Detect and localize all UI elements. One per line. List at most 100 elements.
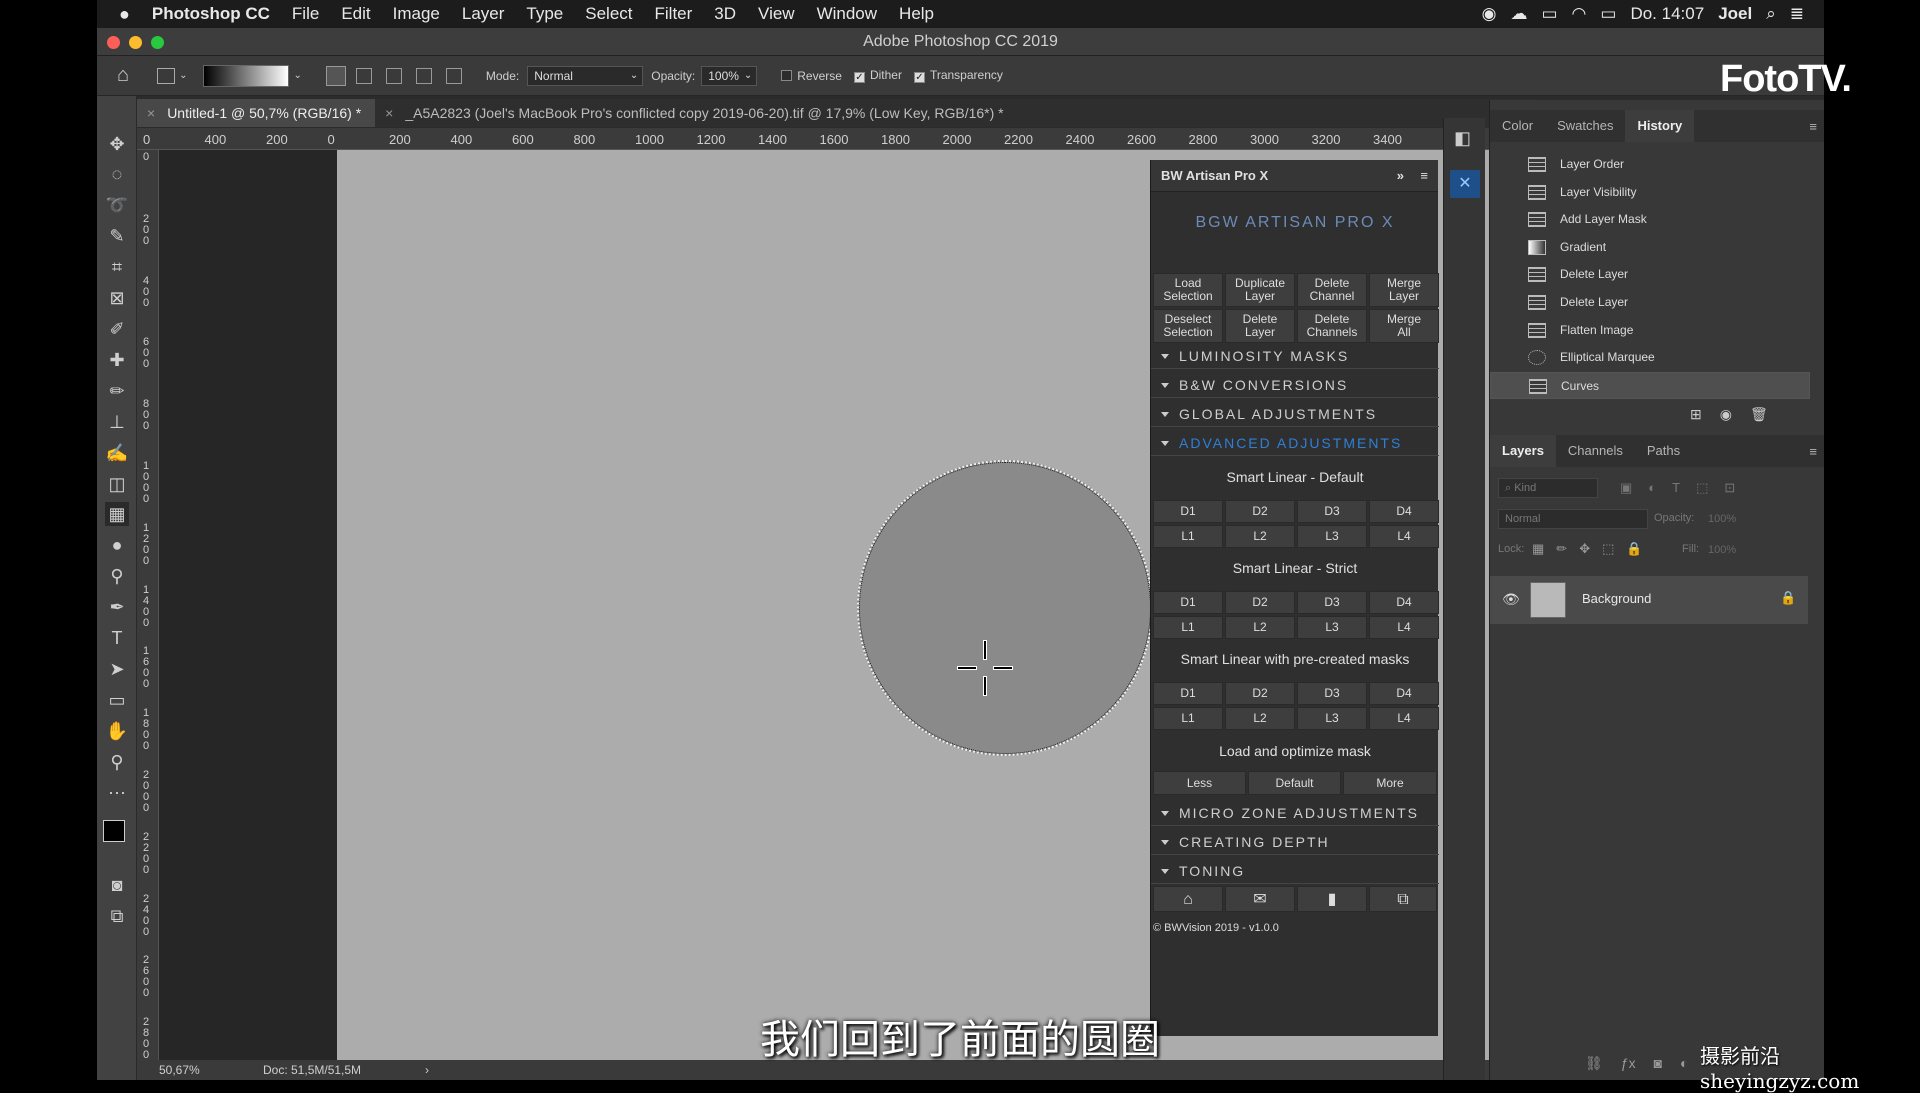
- opacity-field[interactable]: 100% ⌄: [701, 65, 758, 86]
- layer-opacity-field[interactable]: 100%: [1708, 509, 1748, 529]
- smart-linear-d2-button[interactable]: D2: [1225, 682, 1295, 705]
- collapse-panel-icon[interactable]: »: [1397, 160, 1404, 192]
- lock-all-icon[interactable]: 🔒: [1626, 541, 1642, 557]
- notification-center-icon[interactable]: ≣: [1790, 4, 1804, 24]
- smart-linear-d1-button[interactable]: D1: [1153, 500, 1223, 523]
- panel-menu-icon[interactable]: ≡: [1809, 119, 1817, 134]
- eraser-tool-icon[interactable]: ◫: [105, 472, 129, 496]
- smart-linear-d3-button[interactable]: D3: [1297, 500, 1367, 523]
- tab-swatches[interactable]: Swatches: [1545, 110, 1625, 142]
- dither-checkbox[interactable]: ✓ Dither: [853, 68, 902, 83]
- history-state[interactable]: Layer Visibility: [1490, 179, 1810, 206]
- blend-mode-select[interactable]: Normal: [1498, 509, 1648, 529]
- angle-gradient-button[interactable]: [385, 67, 402, 84]
- layer-row[interactable]: 👁 Background 🔒: [1490, 576, 1808, 624]
- cloud-icon[interactable]: ☁: [1510, 4, 1527, 24]
- less-button[interactable]: Less: [1153, 771, 1246, 795]
- menu-filter[interactable]: Filter: [644, 4, 704, 24]
- filter-pixel-icon[interactable]: ▣: [1620, 480, 1632, 496]
- dodge-tool-icon[interactable]: ⚲: [105, 564, 129, 588]
- clone-stamp-tool-icon[interactable]: ⊥: [105, 410, 129, 434]
- smart-linear-d4-button[interactable]: D4: [1369, 682, 1439, 705]
- close-tab-icon[interactable]: ×: [147, 105, 155, 121]
- smart-linear-d3-button[interactable]: D3: [1297, 591, 1367, 614]
- menu-layer[interactable]: Layer: [451, 4, 516, 24]
- video-icon[interactable]: ⧉: [1369, 886, 1437, 912]
- blur-tool-icon[interactable]: ●: [105, 533, 129, 557]
- tab-paths[interactable]: Paths: [1635, 435, 1692, 467]
- section-creating-depth[interactable]: CREATING DEPTH: [1151, 829, 1439, 855]
- bw-action-button[interactable]: Delete Channels: [1297, 309, 1367, 343]
- user-name[interactable]: Joel: [1718, 4, 1752, 24]
- diamond-gradient-button[interactable]: [445, 67, 462, 84]
- move-tool-icon[interactable]: ✥: [105, 132, 129, 156]
- close-window-button[interactable]: [107, 36, 120, 49]
- libraries-icon[interactable]: ◧: [1454, 128, 1471, 149]
- tab-history[interactable]: History: [1625, 110, 1695, 142]
- brush-tool-icon[interactable]: ✏: [105, 379, 129, 403]
- elliptical-selection[interactable]: [857, 460, 1153, 756]
- rectangle-tool-icon[interactable]: ▭: [105, 688, 129, 712]
- new-document-from-state-icon[interactable]: ⊞: [1690, 406, 1702, 423]
- menu-help[interactable]: Help: [888, 4, 945, 24]
- section-toning[interactable]: TONING: [1151, 858, 1439, 884]
- section-bw-conversions[interactable]: B&W CONVERSIONS: [1151, 372, 1439, 398]
- menu-3d[interactable]: 3D: [703, 4, 747, 24]
- trash-icon[interactable]: 🗑: [1750, 406, 1768, 423]
- history-state[interactable]: Layer Order: [1490, 151, 1810, 178]
- quick-mask-icon[interactable]: ◙: [105, 873, 129, 897]
- smart-linear-d4-button[interactable]: D4: [1369, 591, 1439, 614]
- battery-icon[interactable]: ▭: [1600, 4, 1616, 24]
- record-icon[interactable]: ◉: [1482, 4, 1497, 24]
- hand-tool-icon[interactable]: ✋: [105, 719, 129, 743]
- bw-action-button[interactable]: Merge All: [1369, 309, 1439, 343]
- tab-color[interactable]: Color: [1490, 110, 1545, 142]
- menu-image[interactable]: Image: [382, 4, 451, 24]
- history-state[interactable]: Add Layer Mask: [1490, 206, 1810, 233]
- wifi-icon[interactable]: ◠: [1572, 4, 1587, 24]
- app-menu[interactable]: Photoshop CC: [141, 4, 281, 24]
- menu-type[interactable]: Type: [515, 4, 574, 24]
- bw-artisan-icon[interactable]: ✕: [1450, 170, 1480, 198]
- spotlight-search-icon[interactable]: ⌕: [1766, 4, 1776, 24]
- filter-shape-icon[interactable]: ⬚: [1696, 480, 1708, 496]
- filter-smart-object-icon[interactable]: ⊡: [1724, 480, 1735, 496]
- history-state[interactable]: Delete Layer: [1490, 261, 1810, 288]
- lasso-tool-icon[interactable]: ➰: [105, 193, 129, 217]
- section-global-adjustments[interactable]: GLOBAL ADJUSTMENTS: [1151, 401, 1439, 427]
- menu-edit[interactable]: Edit: [330, 4, 381, 24]
- lock-transparent-icon[interactable]: ▦: [1532, 541, 1544, 557]
- smart-linear-d1-button[interactable]: D1: [1153, 682, 1223, 705]
- close-tab-icon[interactable]: ×: [385, 105, 393, 121]
- chevron-down-icon[interactable]: ⌄: [293, 70, 301, 81]
- section-micro-zone[interactable]: MICRO ZONE ADJUSTMENTS: [1151, 800, 1439, 826]
- crop-tool-icon[interactable]: ⌗: [105, 255, 129, 279]
- menu-file[interactable]: File: [281, 4, 330, 24]
- history-state[interactable]: Flatten Image: [1490, 317, 1810, 344]
- menu-select[interactable]: Select: [574, 4, 643, 24]
- smart-linear-l4-button[interactable]: L4: [1369, 616, 1439, 639]
- book-icon[interactable]: ▮: [1297, 886, 1367, 912]
- tab-untitled-1[interactable]: × Untitled-1 @ 50,7% (RGB/16) *: [137, 99, 376, 127]
- bw-action-button[interactable]: Deselect Selection: [1153, 309, 1223, 343]
- history-state[interactable]: Curves: [1490, 371, 1810, 399]
- panel-menu-icon[interactable]: ≡: [1420, 160, 1428, 192]
- layer-filter-kind[interactable]: ⌕ Kind: [1498, 478, 1598, 498]
- bw-action-button[interactable]: Duplicate Layer: [1225, 273, 1295, 307]
- lock-artboard-icon[interactable]: ⬚: [1602, 541, 1614, 557]
- default-button[interactable]: Default: [1248, 771, 1341, 795]
- more-tools-icon[interactable]: ⋯: [105, 781, 129, 805]
- tab-channels[interactable]: Channels: [1556, 435, 1635, 467]
- home-icon[interactable]: ⌂: [1153, 886, 1223, 912]
- smart-linear-l2-button[interactable]: L2: [1225, 525, 1295, 548]
- airplay-icon[interactable]: ▭: [1541, 4, 1557, 24]
- lock-position-icon[interactable]: ✥: [1579, 541, 1590, 557]
- zoom-window-button[interactable]: [151, 36, 164, 49]
- chevron-down-icon[interactable]: ⌄: [179, 70, 187, 81]
- filter-type-icon[interactable]: T: [1672, 480, 1680, 496]
- smart-linear-l4-button[interactable]: L4: [1369, 707, 1439, 730]
- home-icon[interactable]: ⌂: [117, 64, 129, 87]
- smart-linear-l1-button[interactable]: L1: [1153, 525, 1223, 548]
- menu-window[interactable]: Window: [806, 4, 888, 24]
- filter-adjustment-icon[interactable]: ◐: [1648, 480, 1656, 496]
